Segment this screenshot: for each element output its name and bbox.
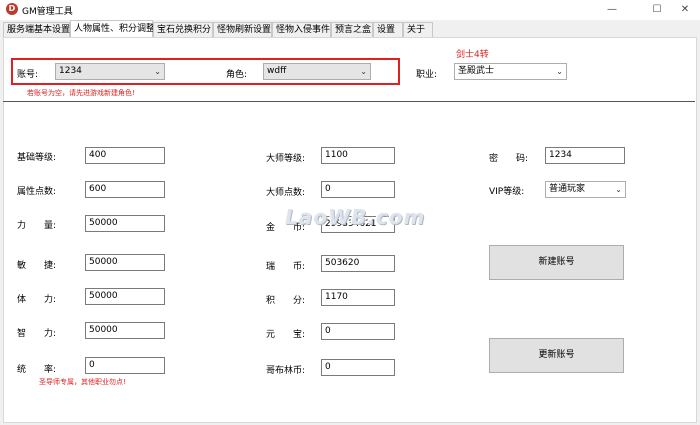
ruby-label: 瑞 币:: [266, 262, 306, 272]
yuanbao-input[interactable]: 0: [321, 323, 395, 340]
role-select[interactable]: wdff ⌄: [263, 63, 371, 80]
minimize-button[interactable]: —: [597, 2, 627, 18]
chevron-down-icon: ⌄: [615, 185, 622, 194]
master-points-label: 大师点数:: [266, 188, 306, 198]
account-hint: 若账号为空，请先进游戏新建角色!: [27, 89, 135, 97]
tab-settings[interactable]: 设置: [373, 22, 403, 37]
gobelin-input[interactable]: 0: [321, 359, 395, 376]
yuanbao-label: 元 宝:: [266, 330, 306, 340]
account-label: 账号:: [17, 70, 39, 80]
tab-monster-refresh[interactable]: 怪物刷新设置: [213, 22, 272, 37]
class-select[interactable]: 圣殿武士 ⌄: [454, 63, 567, 80]
master-level-label: 大师等级:: [266, 154, 306, 164]
account-select[interactable]: 1234 ⌄: [55, 63, 165, 80]
section-divider: [3, 101, 695, 102]
agility-input[interactable]: 50000: [85, 254, 165, 271]
strength-input[interactable]: 50000: [85, 215, 165, 232]
attr-points-label: 属性点数:: [17, 187, 57, 197]
maximize-button[interactable]: ☐: [642, 2, 672, 18]
update-account-button[interactable]: 更新账号: [489, 338, 624, 373]
tab-gem-exchange[interactable]: 宝石兑换积分: [153, 22, 213, 37]
chevron-down-icon: ⌄: [556, 67, 563, 76]
intelligence-label: 智 力:: [17, 329, 57, 339]
base-level-label: 基础等级:: [17, 153, 57, 163]
tab-prophecy-box[interactable]: 预言之盒: [331, 22, 373, 37]
attr-points-input[interactable]: 600: [85, 181, 165, 198]
new-account-button[interactable]: 新建账号: [489, 245, 624, 280]
tab-monster-invasion[interactable]: 怪物入侵事件: [272, 22, 331, 37]
vip-select[interactable]: 普通玩家 ⌄: [545, 181, 626, 198]
tab-character-attributes[interactable]: 人物属性、积分调整: [70, 20, 155, 38]
app-icon: D: [6, 3, 18, 15]
vip-select-value: 普通玩家: [549, 184, 586, 194]
tab-about[interactable]: 关于: [403, 22, 433, 37]
role-select-value: wdff: [267, 66, 287, 76]
password-label: 密 码:: [489, 154, 529, 164]
close-button[interactable]: ✕: [670, 2, 700, 18]
leadership-label: 统 率:: [17, 365, 57, 375]
base-level-input[interactable]: 400: [85, 147, 165, 164]
vip-label: VIP等级:: [489, 187, 525, 197]
score-label: 积 分:: [266, 296, 306, 306]
master-level-input[interactable]: 1100: [321, 147, 395, 164]
score-input[interactable]: 1170: [321, 289, 395, 306]
password-input[interactable]: 1234: [545, 147, 625, 164]
chevron-down-icon: ⌄: [154, 67, 161, 76]
rebirth-label: 剑士4转: [456, 50, 489, 60]
gobelin-label: 哥布林币:: [266, 366, 306, 376]
intelligence-input[interactable]: 50000: [85, 322, 165, 339]
account-select-value: 1234: [59, 66, 82, 76]
leadership-hint: 圣导师专属，其他职业勿点!: [39, 378, 126, 386]
watermark: LaoWB.com: [285, 205, 426, 229]
agility-label: 敏 捷:: [17, 261, 57, 271]
leadership-input[interactable]: 0: [85, 357, 165, 374]
class-label: 职业:: [416, 70, 438, 80]
role-label: 角色:: [226, 70, 248, 80]
vitality-input[interactable]: 50000: [85, 288, 165, 305]
window-title: GM管理工具: [22, 7, 73, 17]
strength-label: 力 量:: [17, 221, 57, 231]
tab-strip: 服务端基本设置 人物属性、积分调整 宝石兑换积分 怪物刷新设置 怪物入侵事件 预…: [0, 20, 700, 38]
vitality-label: 体 力:: [17, 295, 57, 305]
tab-server-settings[interactable]: 服务端基本设置: [3, 22, 70, 37]
ruby-input[interactable]: 503620: [321, 255, 395, 272]
class-select-value: 圣殿武士: [458, 66, 495, 76]
chevron-down-icon: ⌄: [360, 67, 367, 76]
title-bar: D GM管理工具 — ☐ ✕: [0, 0, 700, 20]
master-points-input[interactable]: 0: [321, 181, 395, 198]
